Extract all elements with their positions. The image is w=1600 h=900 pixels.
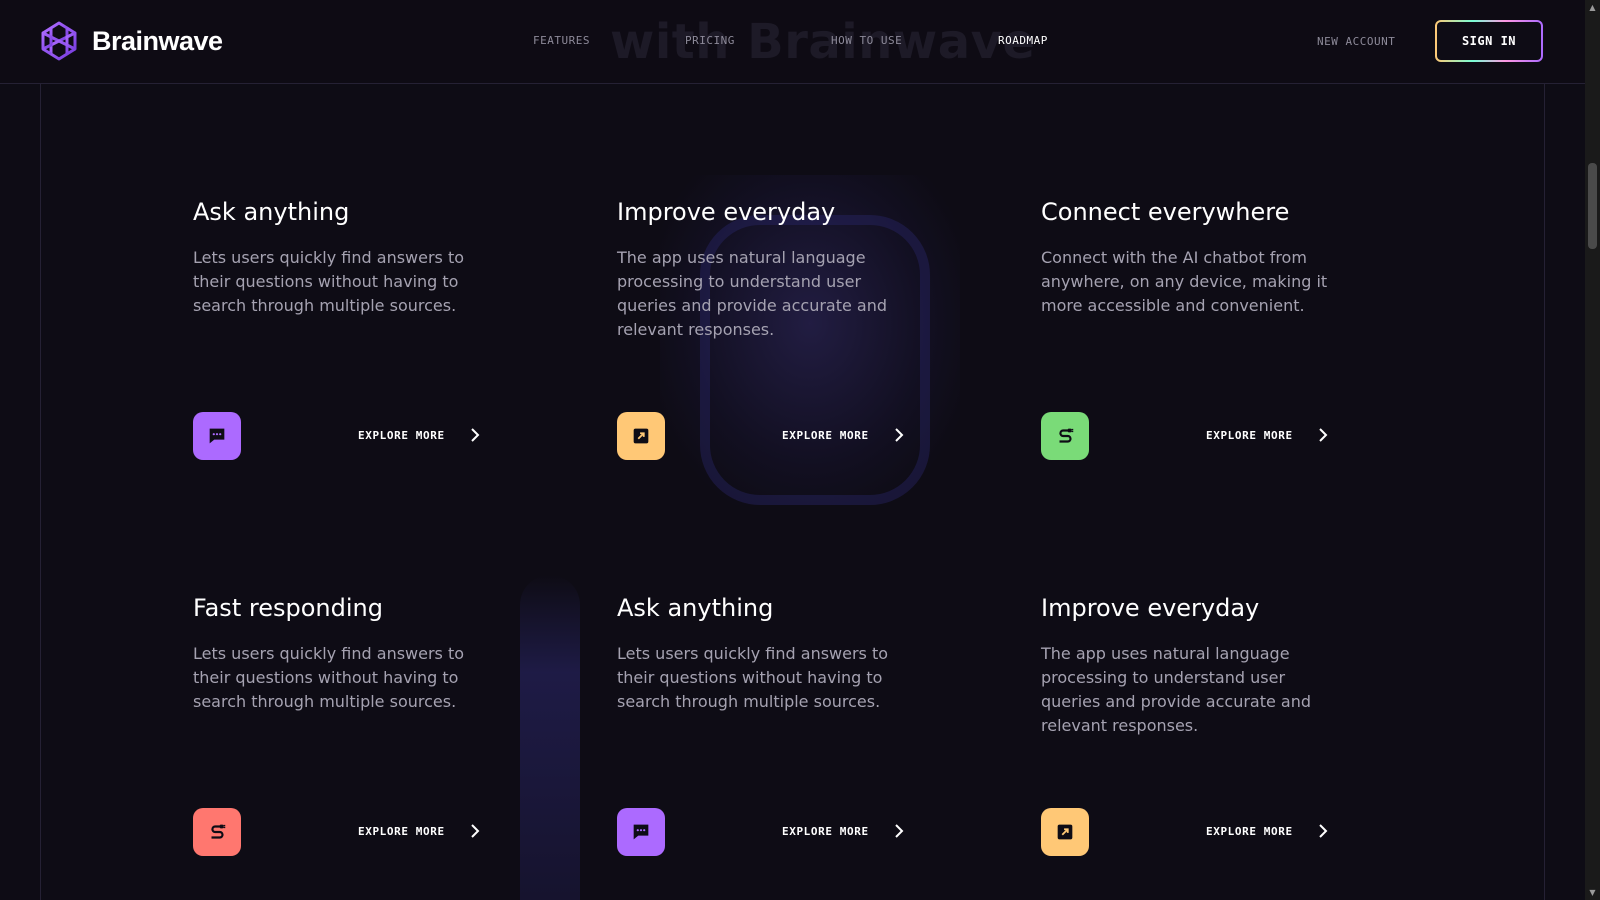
card-title: Fast responding — [193, 594, 383, 622]
chevron-right-icon — [1318, 428, 1328, 442]
card-description: Lets users quickly find answers to their… — [193, 248, 465, 315]
feature-card: Connect everywhere Connect with the AI c… — [1041, 198, 1351, 518]
scroll-down-arrow-icon[interactable]: ▼ — [1585, 885, 1600, 900]
card-title: Improve everyday — [617, 198, 836, 226]
plug-icon — [211, 824, 226, 839]
feature-card: Improve everyday The app uses natural la… — [1041, 594, 1351, 900]
nav-pricing[interactable]: PRICING — [685, 34, 735, 47]
frame-line-right — [1544, 83, 1545, 900]
explore-more-label: EXPLORE MORE — [782, 428, 869, 442]
card-description: Lets users quickly find answers to their… — [617, 644, 889, 711]
card-title: Ask anything — [193, 198, 350, 226]
card-description: The app uses natural language processing… — [1041, 644, 1312, 735]
brainwave-logo-icon — [41, 21, 77, 61]
new-account-link[interactable]: NEW ACCOUNT — [1317, 35, 1395, 48]
explore-more-label: EXPLORE MORE — [358, 824, 445, 838]
expand-arrow-icon — [633, 428, 649, 444]
nav-how-to-use[interactable]: HOW TO USE — [831, 34, 902, 47]
nav-features[interactable]: FEATURES — [533, 34, 590, 47]
explore-more-label: EXPLORE MORE — [1206, 428, 1293, 442]
chat-bubble-icon — [633, 824, 649, 840]
card-description: Lets users quickly find answers to their… — [193, 644, 465, 711]
chevron-right-icon — [1318, 824, 1328, 838]
card-icon-box — [193, 412, 241, 460]
chevron-right-icon — [470, 428, 480, 442]
card-icon-box — [617, 412, 665, 460]
card-icon-box — [1041, 412, 1089, 460]
expand-arrow-icon — [1057, 824, 1073, 840]
nav-roadmap[interactable]: ROADMAP — [998, 34, 1048, 47]
card-title: Ask anything — [617, 594, 774, 622]
feature-card: Ask anything Lets users quickly find ans… — [617, 594, 927, 900]
explore-more-link[interactable]: EXPLORE MORE — [1206, 823, 1329, 839]
feature-card: Improve everyday The app uses natural la… — [617, 198, 927, 518]
brand-name: Brainwave — [92, 25, 223, 56]
vertical-scrollbar[interactable]: ▲ ▼ — [1585, 0, 1600, 900]
chat-bubble-icon — [209, 428, 225, 444]
frame-line-left — [40, 83, 41, 900]
brand-logo[interactable]: Brainwave — [38, 20, 223, 62]
scroll-up-arrow-icon[interactable]: ▲ — [1585, 0, 1600, 15]
background-glow-column — [520, 575, 580, 900]
ghost-heading: with Brainwave — [610, 14, 1036, 70]
site-header: with Brainwave Brainwave FEATURES PRICIN… — [0, 0, 1585, 84]
card-icon-box — [1041, 808, 1089, 856]
card-icon-box — [193, 808, 241, 856]
card-title: Improve everyday — [1041, 594, 1260, 622]
feature-card: Ask anything Lets users quickly find ans… — [193, 198, 503, 518]
sign-in-button[interactable]: SIGN IN — [1435, 20, 1543, 62]
chevron-right-icon — [470, 824, 480, 838]
explore-more-link[interactable]: EXPLORE MORE — [1206, 427, 1329, 443]
explore-more-link[interactable]: EXPLORE MORE — [358, 823, 481, 839]
explore-more-link[interactable]: EXPLORE MORE — [358, 427, 481, 443]
explore-more-label: EXPLORE MORE — [1206, 824, 1293, 838]
chevron-right-icon — [894, 428, 904, 442]
card-description: The app uses natural language processing… — [617, 248, 888, 339]
explore-more-label: EXPLORE MORE — [782, 824, 869, 838]
card-icon-box — [617, 808, 665, 856]
feature-card: Fast responding Lets users quickly find … — [193, 594, 503, 900]
card-description: Connect with the AI chatbot from anywher… — [1041, 248, 1328, 315]
card-title: Connect everywhere — [1041, 198, 1290, 226]
explore-more-link[interactable]: EXPLORE MORE — [782, 427, 905, 443]
page: with Brainwave Brainwave FEATURES PRICIN… — [0, 0, 1585, 900]
plug-icon — [1059, 428, 1074, 443]
chevron-right-icon — [894, 824, 904, 838]
explore-more-label: EXPLORE MORE — [358, 428, 445, 442]
explore-more-link[interactable]: EXPLORE MORE — [782, 823, 905, 839]
scrollbar-thumb[interactable] — [1588, 163, 1597, 249]
